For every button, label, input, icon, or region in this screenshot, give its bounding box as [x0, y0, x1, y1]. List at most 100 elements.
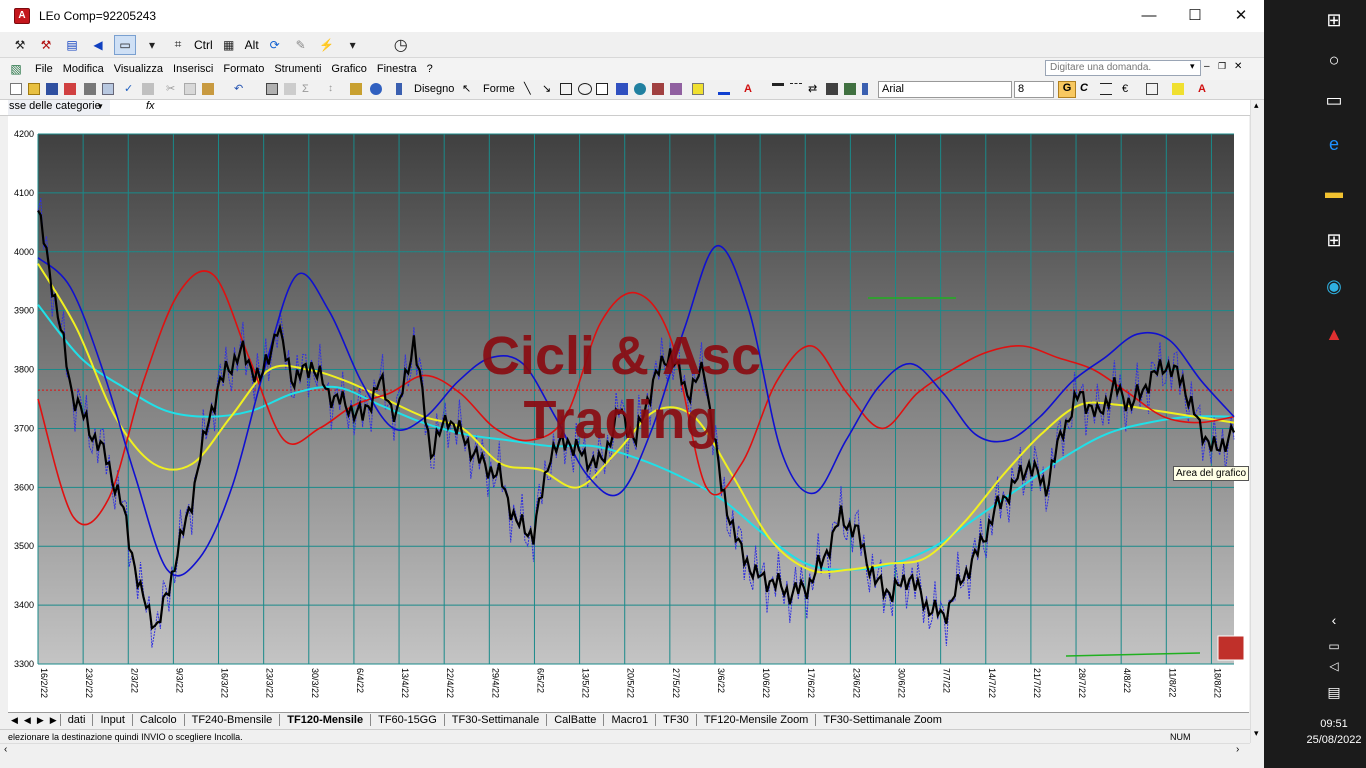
child-close-button[interactable]: ✕: [1234, 61, 1242, 72]
sort-icon[interactable]: ↕: [328, 83, 340, 95]
line-style-icon[interactable]: [772, 83, 784, 95]
edge-legacy-icon[interactable]: e: [1322, 132, 1346, 156]
tab-tf60-15gg[interactable]: TF60-15GG: [370, 714, 444, 726]
maximize-button[interactable]: ☐: [1172, 0, 1218, 32]
film-icon[interactable]: ▦: [219, 35, 239, 55]
chart-area[interactable]: 3300 3400 3500 3600 3700 3800 3900 4000 4100 4200…: [8, 116, 1249, 712]
minimize-button[interactable]: —: [1126, 0, 1172, 32]
start-icon[interactable]: ⊞: [1322, 8, 1346, 32]
binoculars-icon[interactable]: ⚒: [10, 35, 30, 55]
tab-calbatte[interactable]: CalBatte: [546, 714, 603, 726]
3d-icon[interactable]: [844, 83, 856, 95]
euro-icon[interactable]: €: [1122, 83, 1134, 95]
ctrl-key-button[interactable]: Ctrl: [194, 38, 213, 52]
select-objects-icon[interactable]: ↖: [462, 83, 474, 95]
help-dropdown-icon[interactable]: ▾: [1190, 61, 1195, 72]
scroll-left-icon[interactable]: ‹: [4, 744, 7, 755]
font-color-icon[interactable]: A: [744, 83, 756, 95]
alt-key-button[interactable]: Alt: [245, 38, 259, 52]
line-color-icon[interactable]: [718, 92, 730, 95]
tab-tf30[interactable]: TF30: [655, 714, 696, 726]
menu-visualizza[interactable]: Visualizza: [109, 63, 168, 75]
line-tool-icon[interactable]: ╲: [524, 83, 536, 95]
tab-tf30-settimanale-zoom[interactable]: TF30-Settimanale Zoom: [815, 714, 949, 726]
file-explorer-icon[interactable]: ▬: [1322, 180, 1346, 204]
name-box[interactable]: sse delle categorie: [8, 100, 110, 115]
dropdown-arrow-icon[interactable]: ▾: [142, 35, 162, 55]
print-preview-icon[interactable]: [102, 83, 114, 95]
new-file-icon[interactable]: [10, 83, 22, 95]
align-icon[interactable]: [1100, 83, 1112, 95]
permission-icon[interactable]: [64, 83, 76, 95]
menu-inserisci[interactable]: Inserisci: [168, 63, 218, 75]
edge-icon[interactable]: ◉: [1322, 274, 1346, 298]
scroll-up-icon[interactable]: ▴: [1254, 100, 1259, 111]
open-folder-icon[interactable]: [28, 83, 40, 95]
tab-macro1[interactable]: Macro1: [603, 714, 655, 726]
store-icon[interactable]: ⊞: [1322, 228, 1346, 252]
clipart-icon[interactable]: [652, 83, 664, 95]
task-view-icon[interactable]: ▭: [1322, 88, 1346, 112]
menu-finestra[interactable]: Finestra: [372, 63, 422, 75]
binoculars-red-icon[interactable]: ⚒: [36, 35, 56, 55]
print-icon[interactable]: [84, 83, 96, 95]
lightning-icon[interactable]: ⚡: [317, 35, 337, 55]
tab-calcolo[interactable]: Calcolo: [131, 714, 184, 726]
horizontal-scrollbar[interactable]: ‹ ›: [0, 743, 1250, 757]
undo-icon[interactable]: ↶: [234, 83, 246, 95]
scroll-right-icon[interactable]: ›: [1236, 744, 1239, 755]
refresh-icon[interactable]: ⟳: [265, 35, 285, 55]
menu-help[interactable]: ?: [422, 63, 438, 75]
research-icon[interactable]: [142, 83, 154, 95]
speaker-icon[interactable]: ◀: [88, 35, 108, 55]
tab-tf30-settimanale[interactable]: TF30-Settimanale: [443, 714, 546, 726]
tab-prev-icon[interactable]: ◀: [21, 715, 34, 726]
forme-menu[interactable]: Forme: [483, 83, 515, 95]
rectangle-tool-icon[interactable]: [560, 83, 572, 95]
copy-icon[interactable]: [184, 83, 196, 95]
toolbar-handle-icon-2[interactable]: [862, 83, 868, 95]
spelling-icon[interactable]: ✓: [124, 83, 136, 95]
oval-tool-icon[interactable]: [578, 83, 592, 95]
child-restore-button[interactable]: ❐: [1218, 61, 1226, 72]
fx-button[interactable]: fx: [146, 100, 155, 112]
font-size-select[interactable]: 8: [1014, 81, 1054, 98]
chart-wizard-icon[interactable]: [350, 83, 362, 95]
select-all-icon[interactable]: ⌗: [168, 35, 188, 55]
bold-button[interactable]: G: [1058, 81, 1076, 98]
italic-button[interactable]: C: [1080, 82, 1094, 94]
autosum-disabled-icon[interactable]: [284, 83, 296, 95]
diagram-icon[interactable]: [634, 83, 646, 95]
tab-dati[interactable]: dati: [59, 714, 93, 726]
menu-modifica[interactable]: Modifica: [58, 63, 109, 75]
dash-style-icon[interactable]: [790, 83, 802, 95]
paste-icon[interactable]: [202, 83, 214, 95]
menu-strumenti[interactable]: Strumenti: [269, 63, 326, 75]
app-icon[interactable]: A: [14, 8, 30, 24]
name-box-dropdown-icon[interactable]: ▾: [98, 101, 103, 112]
menu-formato[interactable]: Formato: [218, 63, 269, 75]
highlight-icon[interactable]: [1172, 83, 1184, 95]
tab-input[interactable]: Input: [92, 714, 131, 726]
clock-icon[interactable]: ◷: [391, 35, 411, 55]
monitor-icon[interactable]: ▭: [114, 34, 136, 55]
wordart-icon[interactable]: [616, 83, 628, 95]
arrow-tool-icon[interactable]: ↘: [542, 83, 554, 95]
picture-icon[interactable]: [670, 83, 682, 95]
help-icon[interactable]: [370, 83, 382, 95]
tab-tf240-bmensile[interactable]: TF240-Bmensile: [183, 714, 280, 726]
disegno-menu[interactable]: Disegno: [414, 83, 454, 95]
volume-icon[interactable]: ◁: [1322, 654, 1346, 678]
eraser-icon[interactable]: ✎: [291, 35, 311, 55]
hyperlink-icon[interactable]: [266, 83, 278, 95]
cut-icon[interactable]: ✂: [166, 83, 178, 95]
font-name-select[interactable]: Arial: [878, 81, 1012, 98]
toolbar-handle-icon[interactable]: [396, 83, 402, 95]
close-button[interactable]: ✕: [1218, 0, 1264, 32]
child-minimize-button[interactable]: –: [1204, 61, 1210, 72]
tab-next-icon[interactable]: ▶: [34, 715, 47, 726]
scroll-down-icon[interactable]: ▾: [1254, 728, 1259, 739]
taskbar-clock[interactable]: 09:51 25/08/2022: [1302, 716, 1366, 748]
vertical-scrollbar[interactable]: ▴ ▾: [1250, 100, 1264, 743]
chart-svg[interactable]: 3300 3400 3500 3600 3700 3800 3900 4000 4100 4200…: [8, 116, 1249, 712]
